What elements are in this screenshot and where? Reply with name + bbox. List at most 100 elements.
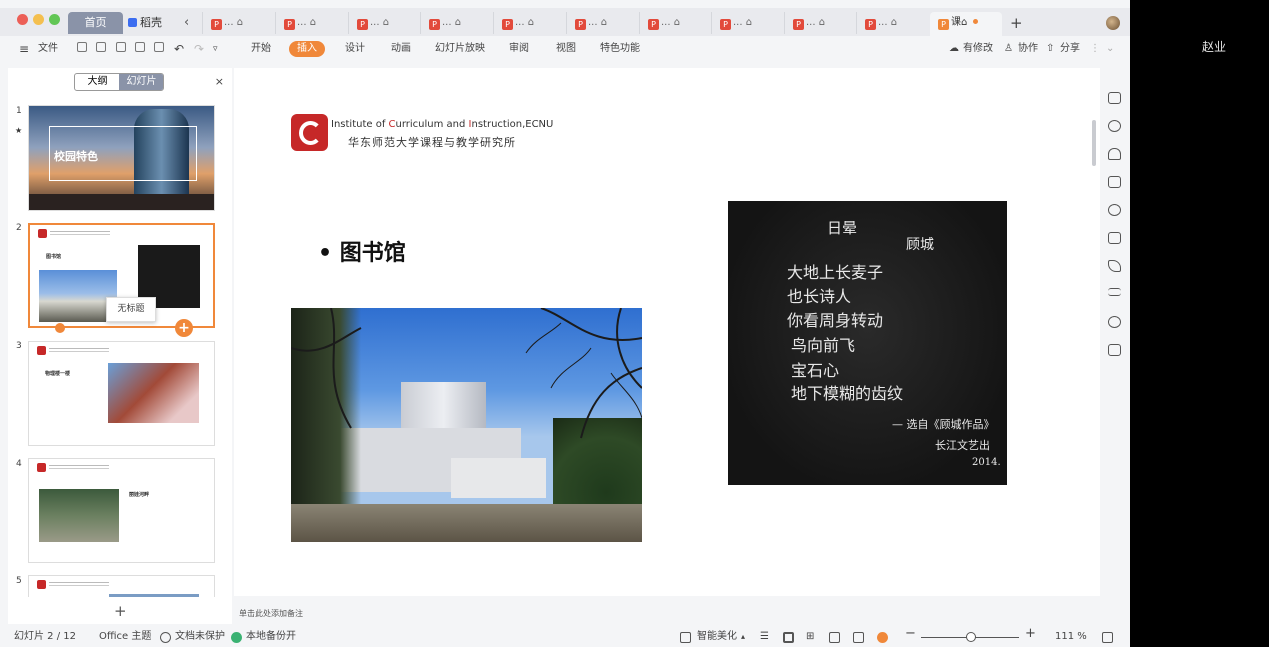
layout-icon[interactable]	[1108, 92, 1121, 104]
fill-icon[interactable]	[1108, 148, 1121, 160]
new-tab-button[interactable]: +	[1010, 12, 1023, 34]
menu-animation[interactable]: 动画	[391, 41, 411, 57]
slide-thumbnail[interactable]: 丽娃河畔	[28, 458, 215, 563]
thumb-logo	[37, 463, 46, 472]
institute-english-name: Institute of Curriculum and Instruction,…	[331, 119, 553, 130]
doc-tab-label: ...	[806, 17, 816, 28]
doc-tab[interactable]: P... ⌂	[420, 12, 488, 34]
tab-daoke[interactable]: 稻壳	[128, 12, 178, 34]
slide-thumbnail[interactable]: 校园特色	[28, 105, 215, 211]
doc-tab[interactable]: P... ⌂	[784, 12, 852, 34]
add-slide-after-button[interactable]: +	[175, 319, 193, 337]
tab-home[interactable]: 首页	[68, 12, 123, 34]
save-icon[interactable]	[96, 42, 106, 52]
thumb-logo	[37, 346, 46, 355]
add-slide-button[interactable]: +	[114, 602, 127, 620]
slide-canvas[interactable]: Institute of Curriculum and Instruction,…	[234, 68, 1100, 596]
ppt-file-icon: P	[284, 19, 295, 30]
tab-outline[interactable]: 大纲	[75, 74, 120, 90]
print-icon[interactable]	[135, 42, 145, 52]
redo-icon[interactable]: ↷	[194, 41, 204, 57]
doc-tab-label: ...	[297, 17, 307, 28]
theme-name[interactable]: Office 主题	[99, 631, 151, 643]
panel-view-toggle: 大纲 幻灯片	[74, 73, 164, 91]
preview-icon[interactable]	[154, 42, 164, 52]
copy-format-icon[interactable]	[1108, 232, 1121, 244]
tab-slides[interactable]: 幻灯片	[119, 74, 163, 90]
add-notes-hint[interactable]: 单击此处添加备注	[239, 608, 303, 619]
tab-back-button[interactable]: ‹	[184, 12, 189, 34]
protect-icon	[160, 632, 171, 643]
presenter-view-icon[interactable]	[853, 632, 864, 643]
doc-tab[interactable]: P... ⌂	[639, 12, 707, 34]
fit-window-icon[interactable]	[1102, 632, 1113, 643]
shape-icon[interactable]	[1108, 120, 1121, 132]
zoom-in-button[interactable]: +	[1025, 627, 1036, 640]
image-icon[interactable]	[1108, 344, 1121, 356]
normal-view-icon[interactable]	[783, 632, 794, 643]
library-photo[interactable]	[291, 308, 642, 542]
desktop-background	[1130, 0, 1269, 647]
collaborate-button[interactable]: 协作	[1018, 41, 1038, 57]
menu-slideshow[interactable]: 幻灯片放映	[435, 41, 485, 57]
slide-thumbnail[interactable]	[28, 575, 215, 597]
doc-tab[interactable]: P... ⌂	[566, 12, 634, 34]
current-slide[interactable]: Institute of Curriculum and Instruction,…	[244, 68, 1100, 588]
close-window-button[interactable]	[17, 14, 28, 25]
file-menu[interactable]: 文件	[38, 41, 58, 57]
open-icon[interactable]	[77, 42, 87, 52]
settings-icon[interactable]	[1108, 204, 1121, 216]
history-icon[interactable]	[1108, 316, 1121, 328]
adjust-icon[interactable]	[1108, 288, 1121, 296]
smart-beautify-button[interactable]: 智能美化	[697, 631, 737, 643]
slide-sorter-icon[interactable]: ⊞	[806, 631, 814, 643]
document-protection-status[interactable]: 文档未保护	[175, 631, 225, 643]
ppt-file-icon: P	[865, 19, 876, 30]
menu-special[interactable]: 特色功能	[600, 41, 640, 57]
menu-start[interactable]: 开始	[251, 41, 271, 57]
local-backup-status[interactable]: 本地备份开	[246, 631, 296, 643]
poem-chalkboard-image[interactable]: 日晕 顾城 大地上长麦子 也长诗人 你看周身转动 鸟向前飞 宝石心 地下模糊的齿…	[728, 201, 1007, 485]
has-changes-button[interactable]: 有修改	[963, 41, 993, 57]
menu-insert[interactable]: 插入	[289, 41, 325, 57]
doc-tab[interactable]: P... ⌂	[856, 12, 924, 34]
collapse-ribbon-icon[interactable]: ⌄	[1106, 41, 1114, 57]
share-button[interactable]: 分享	[1060, 41, 1080, 57]
slide-thumbnail[interactable]: 物理楼一楼	[28, 341, 215, 446]
reading-view-icon[interactable]	[829, 632, 840, 643]
beautify-chevron-icon[interactable]: ▴	[741, 631, 745, 643]
maximize-window-button[interactable]	[49, 14, 60, 25]
slide-bullet-title[interactable]: • 图书馆	[318, 235, 406, 267]
doc-tab[interactable]: P... ⌂	[711, 12, 779, 34]
doc-tab[interactable]: P... ⌂	[493, 12, 561, 34]
zoom-out-button[interactable]: −	[905, 627, 916, 640]
doc-tab[interactable]: P... ⌂	[275, 12, 343, 34]
undo-icon[interactable]: ↶	[174, 41, 184, 57]
more-icon[interactable]: ⋮	[1090, 41, 1100, 57]
effects-icon[interactable]	[1108, 176, 1121, 188]
zoom-level[interactable]: 111 %	[1055, 631, 1087, 643]
thumb-header-text	[50, 231, 110, 235]
thumb-photo	[109, 594, 199, 597]
zoom-slider-handle[interactable]	[966, 632, 976, 642]
tab-active-document[interactable]: P 课⌂	[930, 12, 1002, 36]
notes-toggle-icon[interactable]: ☰	[760, 631, 769, 643]
play-icon[interactable]	[55, 323, 65, 333]
poem-publisher: 长江文艺出	[935, 439, 990, 452]
menu-view[interactable]: 视图	[556, 41, 576, 57]
vertical-scrollbar[interactable]	[1092, 120, 1096, 166]
doc-tab[interactable]: P... ⌂	[202, 12, 270, 34]
institute-chinese-name: 华东师范大学课程与教学研究所	[348, 136, 516, 149]
user-avatar[interactable]	[1106, 16, 1120, 30]
minimize-window-button[interactable]	[33, 14, 44, 25]
poem-line: 宝石心	[791, 361, 840, 380]
export-icon[interactable]	[116, 42, 126, 52]
quick-access-chevron-icon[interactable]: ▿	[213, 41, 218, 57]
menu-design[interactable]: 设计	[345, 41, 365, 57]
hamburger-icon[interactable]: ≡	[19, 41, 29, 57]
animation-icon[interactable]	[1108, 260, 1121, 272]
menu-review[interactable]: 审阅	[509, 41, 529, 57]
play-slideshow-icon[interactable]	[877, 632, 888, 643]
close-panel-button[interactable]: ×	[215, 75, 224, 88]
doc-tab[interactable]: P... ⌂	[348, 12, 416, 34]
